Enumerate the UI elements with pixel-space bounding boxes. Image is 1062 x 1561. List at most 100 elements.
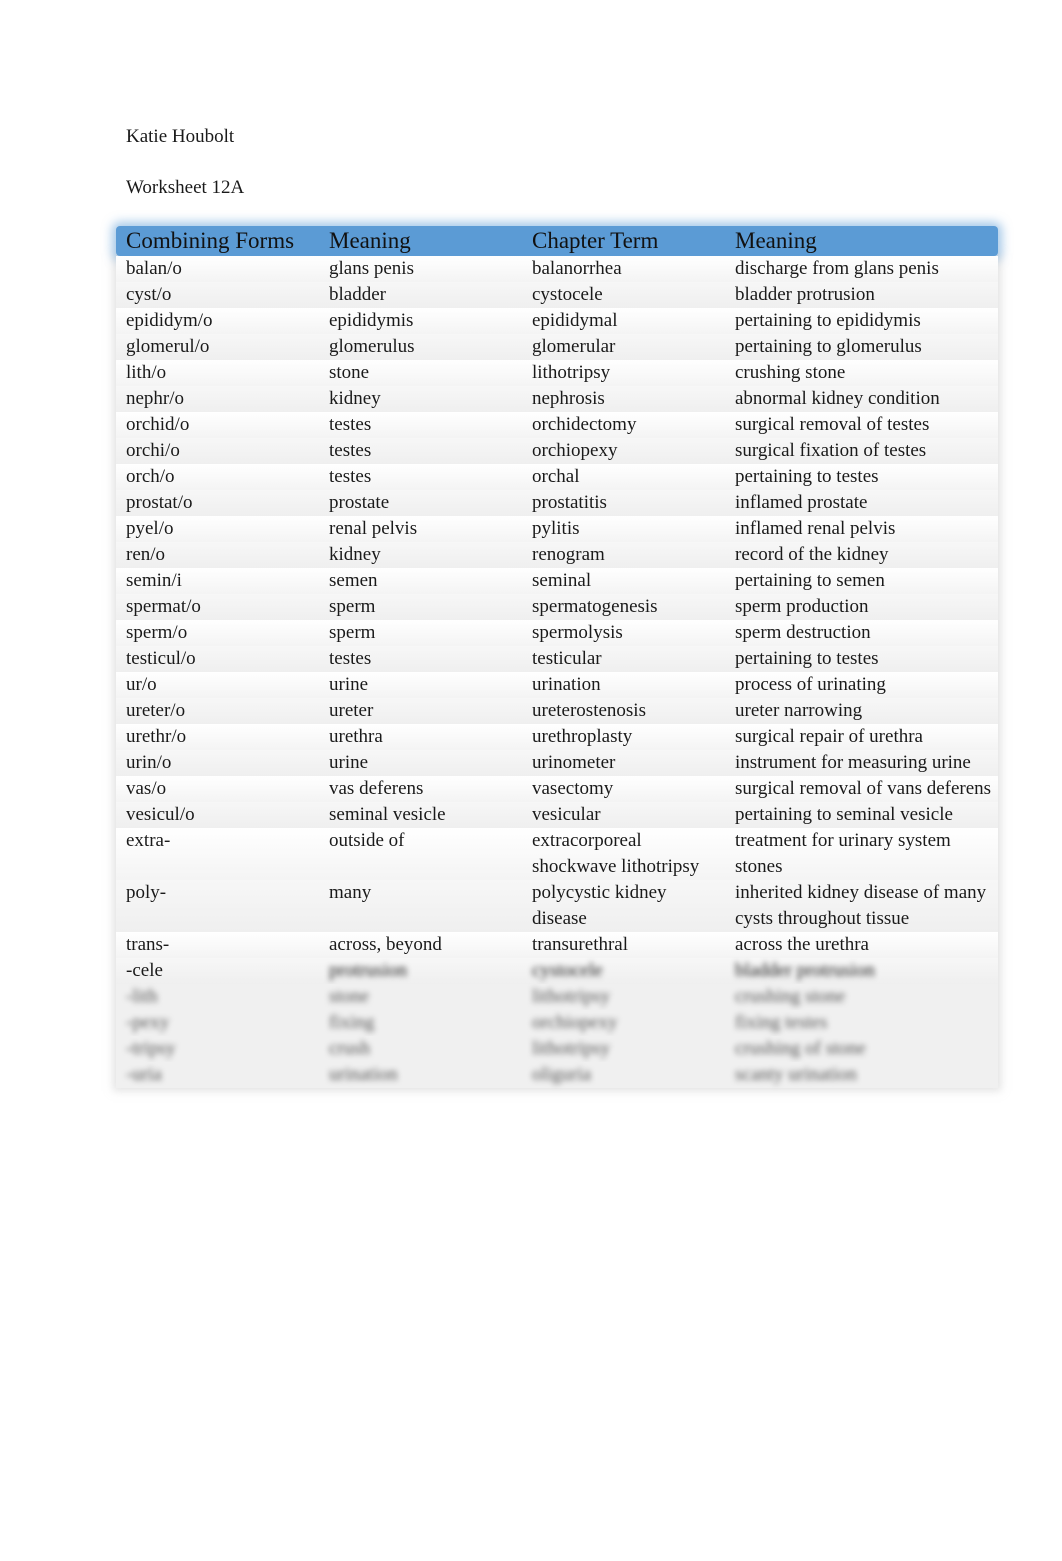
cell-term-meaning: inflamed renal pelvis: [735, 518, 896, 539]
table-row-obscured: -pexy fixing orchiopexy fixing testes: [116, 1010, 998, 1036]
cell-combining-form: urethr/o: [126, 726, 187, 747]
cell-term-meaning: instrument for measuring urine: [735, 752, 971, 773]
cell-combining-form: sperm/o: [126, 622, 188, 643]
cell-chapter-term: extracorporeal shockwave lithotripsy: [532, 830, 700, 877]
cell-meaning: crush: [329, 1038, 371, 1059]
cell-combining-form: nephr/o: [126, 388, 185, 409]
cell-chapter-term: lithotripsy: [532, 986, 611, 1007]
cell-term-meaning: inherited kidney disease of many cysts t…: [735, 882, 987, 929]
cell-meaning: kidney: [329, 388, 381, 409]
table-row-obscured: -cele protrusion cystocele bladder protrusi…: [116, 958, 998, 984]
cell-combining-form: -cele: [126, 960, 163, 981]
cell-meaning: sperm: [329, 622, 376, 643]
cell-term-meaning: scanty urination: [735, 1064, 857, 1085]
cell-chapter-term: orchiopexy: [532, 1012, 618, 1033]
cell-chapter-term: nephrosis: [532, 388, 605, 409]
cell-combining-form: orchid/o: [126, 414, 190, 435]
cell-term-meaning: inflamed prostate: [735, 492, 868, 513]
cell-combining-form: pyel/o: [126, 518, 174, 539]
cell-chapter-term: cystocele: [532, 284, 603, 305]
cell-combining-form: ureter/o: [126, 700, 186, 721]
cell-chapter-term: seminal: [532, 570, 592, 591]
cell-combining-form: orchi/o: [126, 440, 180, 461]
table-row-obscured: -lith stone lithotripsy crushing stone: [116, 984, 998, 1010]
cell-combining-form: glomerul/o: [126, 336, 210, 357]
cell-chapter-term: urinometer: [532, 752, 616, 773]
cell-combining-form: -tripsy: [126, 1038, 176, 1059]
cell-combining-form: -lith: [126, 986, 158, 1007]
cell-chapter-term: ureterostenosis: [532, 700, 646, 721]
cell-combining-form: orch/o: [126, 466, 175, 487]
cell-chapter-term: vasectomy: [532, 778, 614, 799]
table-row: spermat/o sperm spermatogenesis sperm produ…: [116, 594, 998, 620]
cell-chapter-term: vesicular: [532, 804, 601, 825]
cell-chapter-term: orchal: [532, 466, 580, 487]
cell-chapter-term: balanorrhea: [532, 258, 622, 279]
cell-term-meaning: record of the kidney: [735, 544, 889, 565]
table-row: poly-many polycystic kidney disease inheri…: [116, 880, 998, 932]
cell-chapter-term: glomerular: [532, 336, 616, 357]
cell-combining-form: prostat/o: [126, 492, 193, 513]
cell-term-meaning: treatment for urinary system stones: [735, 830, 951, 877]
cell-meaning: seminal vesicle: [329, 804, 446, 825]
cell-chapter-term: epididymal: [532, 310, 618, 331]
cell-term-meaning: pertaining to epididymis: [735, 310, 921, 331]
cell-chapter-term: spermolysis: [532, 622, 623, 643]
cell-combining-form: cyst/o: [126, 284, 172, 305]
cell-chapter-term: oliguria: [532, 1064, 592, 1085]
cell-meaning: urine: [329, 674, 369, 695]
cell-term-meaning: abnormal kidney condition: [735, 388, 940, 409]
table-row: testicul/o testes testicular pertaining to …: [116, 646, 998, 672]
cell-term-meaning: pertaining to testes: [735, 648, 879, 669]
cell-meaning: epididymis: [329, 310, 414, 331]
cell-combining-form: -uria: [126, 1064, 162, 1085]
header-term-meaning: Meaning: [735, 228, 817, 253]
cell-meaning: kidney: [329, 544, 381, 565]
cell-chapter-term: orchidectomy: [532, 414, 637, 435]
table-row: trans-across, beyond transurethral across …: [116, 932, 998, 958]
cell-term-meaning: fixing testes: [735, 1012, 828, 1033]
header-combining-forms: Combining Forms: [126, 228, 295, 253]
cell-meaning: glans penis: [329, 258, 414, 279]
cell-combining-form: ren/o: [126, 544, 166, 565]
table-row: epididym/o epididymis epididymal pertaining…: [116, 308, 998, 334]
cell-chapter-term: renogram: [532, 544, 605, 565]
cell-combining-form: poly-: [126, 882, 167, 903]
cell-meaning: vas deferens: [329, 778, 424, 799]
cell-chapter-term: lithotripsy: [532, 1038, 611, 1059]
cell-term-meaning: ureter narrowing: [735, 700, 863, 721]
cell-term-meaning: bladder protrusion: [735, 284, 875, 305]
cell-term-meaning: surgical removal of vans deferens: [735, 778, 992, 799]
cell-term-meaning: sperm production: [735, 596, 869, 617]
cell-chapter-term: pylitis: [532, 518, 580, 539]
cell-meaning: testes: [329, 466, 372, 487]
cell-meaning: urethra: [329, 726, 383, 747]
table-row-obscured: -uria urination oliguria scanty urination: [116, 1062, 998, 1088]
cell-meaning: testes: [329, 440, 372, 461]
cell-combining-form: balan/o: [126, 258, 182, 279]
table-row: ur/o urine urination process of urinating: [116, 672, 998, 698]
worksheet-title: Worksheet 12A: [126, 177, 245, 198]
cell-chapter-term: urethroplasty: [532, 726, 633, 747]
table-row: cyst/o bladder cystocele bladder protrusion: [116, 282, 998, 308]
cell-meaning: semen: [329, 570, 378, 591]
cell-meaning: sperm: [329, 596, 376, 617]
cell-term-meaning: across the urethra: [735, 934, 869, 955]
cell-term-meaning: surgical repair of urethra: [735, 726, 923, 747]
cell-term-meaning: sperm destruction: [735, 622, 871, 643]
header-chapter-term: Chapter Term: [532, 228, 659, 253]
table-row: urethr/o urethra urethroplasty surgical rep…: [116, 724, 998, 750]
table-row: vesicul/o seminal vesicle vesicular pertain…: [116, 802, 998, 828]
terms-table: Combining Forms Meaning Chapter Term Mea…: [116, 226, 998, 1088]
cell-meaning: testes: [329, 414, 372, 435]
table-row: vas/o vas deferens vasectomy surgical remov…: [116, 776, 998, 802]
table-row: ureter/o ureter ureterostenosis ureter narr…: [116, 698, 998, 724]
cell-meaning: urination: [329, 1064, 398, 1085]
cell-chapter-term: urination: [532, 674, 601, 695]
cell-combining-form: trans-: [126, 934, 170, 955]
cell-term-meaning: discharge from glans penis: [735, 258, 939, 279]
cell-term-meaning: bladder protrusion: [735, 960, 875, 981]
table-header: Combining Forms Meaning Chapter Term Mea…: [116, 226, 998, 256]
table-row: ren/o kidney renogram record of the kidney: [116, 542, 998, 568]
cell-term-meaning: surgical removal of testes: [735, 414, 930, 435]
